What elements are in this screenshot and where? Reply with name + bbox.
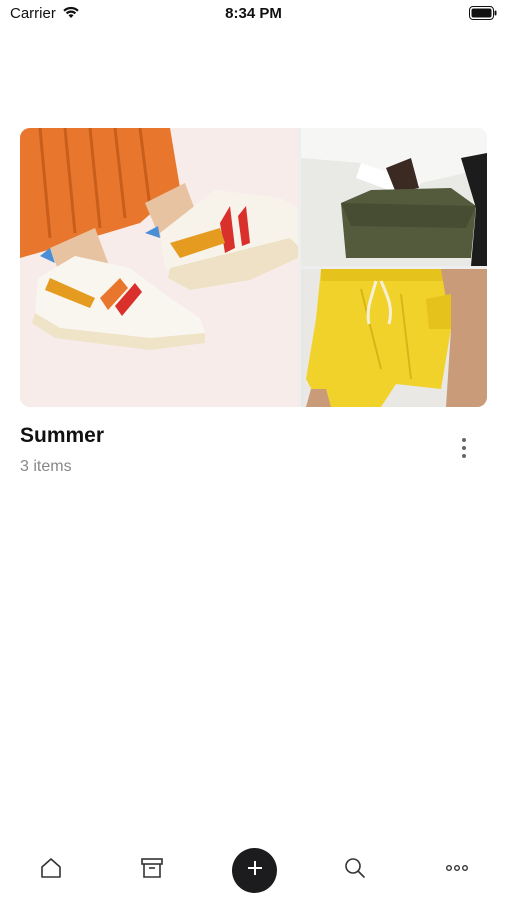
add-icon bbox=[245, 858, 265, 883]
archive-tab[interactable] bbox=[132, 850, 172, 890]
collection-item-count: 3 items bbox=[20, 458, 72, 475]
clock: 8:34 PM bbox=[225, 5, 282, 22]
home-icon bbox=[39, 856, 63, 885]
status-bar: Carrier 8:34 PM bbox=[0, 0, 507, 28]
collection-card[interactable]: Summer 3 items bbox=[20, 128, 487, 475]
search-icon bbox=[343, 856, 367, 885]
more-options-icon[interactable] bbox=[452, 436, 476, 460]
more-tab[interactable] bbox=[437, 850, 477, 890]
yellow-shorts-photo bbox=[301, 269, 487, 407]
collection-collage[interactable] bbox=[20, 128, 487, 407]
search-tab[interactable] bbox=[335, 850, 375, 890]
handbag-photo bbox=[301, 128, 487, 266]
collection-title: Summer bbox=[20, 424, 105, 447]
more-horizontal-icon bbox=[444, 856, 470, 885]
bottom-tab-bar bbox=[0, 840, 507, 900]
add-button[interactable] bbox=[232, 848, 277, 893]
home-tab[interactable] bbox=[31, 850, 71, 890]
sneakers-photo bbox=[20, 128, 298, 407]
archive-icon bbox=[140, 856, 164, 885]
battery-icon bbox=[469, 6, 497, 25]
